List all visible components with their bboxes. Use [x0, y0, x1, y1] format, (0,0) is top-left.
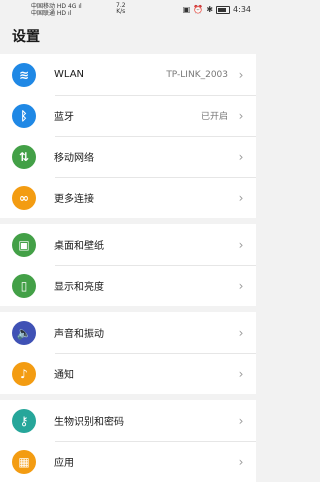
- setting-value: TP-LINK_2003: [166, 69, 228, 80]
- chevron-right-icon: ›: [238, 108, 244, 123]
- setting-row-mobile-network[interactable]: ⇅ 移动网络 ›: [0, 136, 256, 177]
- image-icon: ▣: [12, 232, 36, 257]
- setting-row-home-wallpaper[interactable]: ▣ 桌面和壁纸 ›: [0, 224, 256, 265]
- chevron-right-icon: ›: [238, 190, 244, 205]
- battery-icon: [216, 5, 231, 14]
- setting-row-display-brightness[interactable]: ▯ 显示和亮度 ›: [0, 265, 256, 306]
- setting-row-apps[interactable]: ▦ 应用 ›: [0, 441, 256, 482]
- clock: 4:34: [233, 5, 251, 14]
- setting-label: 声音和振动: [54, 329, 104, 340]
- chevron-right-icon: ›: [238, 67, 244, 82]
- setting-label: 通知: [54, 370, 74, 381]
- setting-label: 应用: [54, 458, 74, 469]
- setting-label: WLAN: [54, 69, 85, 80]
- settings-list: ≋ WLAN TP-LINK_2003 › ᛒ 蓝牙 已开启 › ⇅ 移动网络 › ∞ 更多连接 › ▣ 桌面…: [0, 54, 256, 482]
- apps-grid-icon: ▦: [12, 449, 36, 474]
- setting-label: 显示和亮度: [54, 282, 104, 293]
- chevron-right-icon: ›: [238, 454, 244, 469]
- status-right: ▣ ⏰ ✱ 4:34: [183, 5, 251, 14]
- setting-label: 桌面和壁纸: [54, 241, 104, 252]
- chevron-right-icon: ›: [238, 149, 244, 164]
- setting-row-biometrics-password[interactable]: ⚷ 生物识别和密码 ›: [0, 400, 256, 441]
- link-icon: ∞: [12, 185, 36, 210]
- setting-label: 更多连接: [54, 194, 94, 205]
- speaker-icon: 🔈: [12, 320, 36, 345]
- settings-group: ▣ 桌面和壁纸 › ▯ 显示和亮度 ›: [0, 224, 256, 306]
- carrier-1: 中国移动 HD 4G ıl: [31, 3, 82, 10]
- settings-group: ⚷ 生物识别和密码 › ▦ 应用 ›: [0, 400, 256, 482]
- setting-label: 生物识别和密码: [54, 417, 124, 428]
- phone-display-icon: ▯: [12, 273, 36, 298]
- setting-row-more-connections[interactable]: ∞ 更多连接 ›: [0, 177, 256, 218]
- chevron-right-icon: ›: [238, 366, 244, 381]
- setting-row-bluetooth[interactable]: ᛒ 蓝牙 已开启 ›: [0, 95, 256, 136]
- setting-row-notifications[interactable]: ♪ 通知 ›: [0, 353, 256, 394]
- mobile-data-icon: ⇅: [12, 144, 36, 169]
- bell-icon: ♪: [12, 361, 36, 386]
- wifi-icon: ≋: [12, 62, 36, 87]
- bluetooth-icon: ᛒ: [12, 103, 36, 128]
- setting-row-sound-vibration[interactable]: 🔈 声音和振动 ›: [0, 312, 256, 353]
- key-icon: ⚷: [12, 408, 36, 433]
- settings-group: 🔈 声音和振动 › ♪ 通知 ›: [0, 312, 256, 394]
- setting-label: 蓝牙: [54, 112, 74, 123]
- page-title: 设置: [0, 20, 256, 54]
- setting-label: 移动网络: [54, 153, 94, 164]
- settings-group: ≋ WLAN TP-LINK_2003 › ᛒ 蓝牙 已开启 › ⇅ 移动网络 › ∞ 更多连接 ›: [0, 54, 256, 218]
- carrier-2: 中国联通 HD ıl: [31, 10, 72, 17]
- nfc-icon: ▣: [182, 5, 191, 14]
- chevron-right-icon: ›: [238, 413, 244, 428]
- setting-value: 已开启: [200, 112, 228, 122]
- network-speed: 7.2 K/s: [116, 2, 126, 15]
- chevron-right-icon: ›: [238, 237, 244, 252]
- bluetooth-status-icon: ✱: [206, 5, 214, 14]
- chevron-right-icon: ›: [238, 325, 244, 340]
- setting-row-wlan[interactable]: ≋ WLAN TP-LINK_2003 ›: [0, 54, 256, 95]
- alarm-icon: ⏰: [193, 5, 204, 14]
- chevron-right-icon: ›: [238, 278, 244, 293]
- status-bar: 中国移动 HD 4G ıl 中国联通 HD ıl 7.2 K/s ▣ ⏰ ✱ 4…: [0, 0, 256, 20]
